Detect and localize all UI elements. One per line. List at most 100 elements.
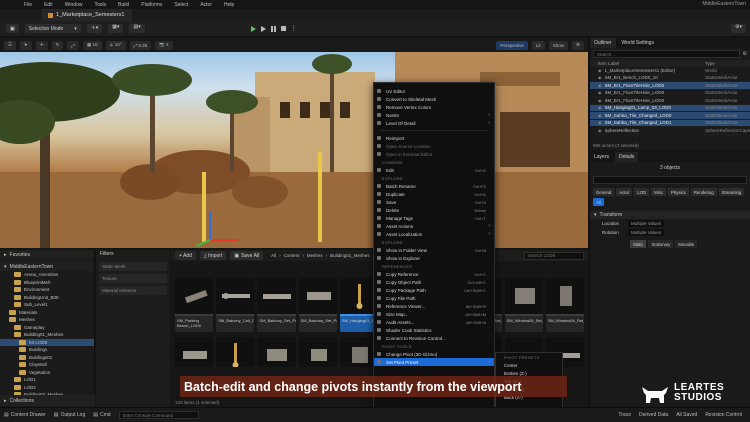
menu-item-delete[interactable]: Delete Delete — [374, 206, 494, 214]
menu-item-show-in-folder-view[interactable]: Show in Folder View Ctrl+B — [374, 246, 494, 254]
level-viewport[interactable] — [0, 52, 588, 248]
folder-item[interactable]: Materials — [0, 309, 94, 317]
menu-item-tools[interactable]: Tools — [94, 2, 106, 8]
show-dropdown[interactable]: Show — [548, 40, 568, 50]
visibility-icon[interactable]: ◉ — [598, 98, 602, 103]
outliner-row[interactable]: ◉ SM_Hanging01_Lamp_03_LOD0 StaticMeshActo… — [590, 104, 750, 112]
play-in-editor-icon[interactable] — [260, 25, 266, 32]
status-button-trace[interactable]: Trace — [614, 412, 635, 418]
asset-tile[interactable] — [175, 337, 214, 367]
viewport-settings-icon[interactable]: ⚙ — [571, 40, 584, 50]
outliner-search-input[interactable] — [593, 50, 740, 58]
outliner-row[interactable]: ◉ SM_Sahba_Tile_Changed_LOD0 StaticMeshAct… — [590, 112, 750, 120]
menu-item-change-pivot-3d-gizmo[interactable]: Change Pivot (3D Gizmo) — [374, 350, 494, 358]
visibility-icon[interactable]: ◉ — [598, 75, 602, 80]
menu-item-copy-reference[interactable]: Copy Reference Ctrl+C — [374, 270, 494, 278]
details-filter-all[interactable]: All — [593, 198, 604, 206]
visibility-icon[interactable]: ◉ — [598, 128, 602, 133]
tab-world-settings[interactable]: World Settings — [617, 38, 658, 48]
play-icon[interactable] — [250, 25, 256, 32]
menu-item-uv-editor[interactable]: UV Editor — [374, 87, 494, 95]
stop-icon[interactable] — [280, 26, 286, 31]
col-item-label[interactable]: Item Label — [598, 61, 705, 66]
breadcrumb-item[interactable]: All — [271, 253, 276, 258]
menu-item-reference-viewer[interactable]: Reference Viewer... Alt+Shift+R — [374, 302, 494, 310]
save-button[interactable]: ▣ — [6, 24, 19, 33]
menu-item-platforms[interactable]: Platforms — [141, 2, 162, 8]
property-value[interactable]: Multiple Values — [628, 229, 665, 236]
details-filter-lod[interactable]: LOD — [634, 188, 650, 196]
menu-item-open-source-location[interactable]: Open Source Location — [374, 142, 494, 150]
folder-item[interactable]: 03-LOD0 — [0, 338, 94, 346]
status-button-all-saved[interactable]: All Saved — [672, 412, 701, 418]
selection-mode-dropdown[interactable]: Selection Mode ▾ — [24, 24, 81, 33]
menu-item-set-pivot-preset[interactable]: Set Pivot Preset › — [374, 358, 494, 366]
lit-dropdown[interactable]: Lit — [531, 40, 545, 50]
folder-item[interactable]: Sub_Level1 — [0, 301, 94, 309]
viewport-menu-button[interactable]: ☰ — [4, 40, 17, 50]
menu-item-size-map[interactable]: Size Map... Alt+Shift+M — [374, 310, 494, 318]
console-command-input[interactable] — [118, 411, 199, 419]
save-all-button[interactable]: ▣ Save All — [230, 251, 264, 260]
add-content-button[interactable]: ＋▾ — [86, 24, 103, 33]
favorites-header[interactable]: ▸ Favorites — [0, 250, 94, 259]
menu-item-reimport[interactable]: Reimport — [374, 134, 494, 142]
menu-item-actor[interactable]: Actor — [200, 2, 212, 8]
add-button[interactable]: + Add — [175, 251, 196, 260]
menu-item-level-of-detail[interactable]: Level Of Detail › — [374, 119, 494, 127]
menu-item-shader-cook-statistics[interactable]: Shader Cook Statistics — [374, 326, 494, 334]
asset-tile[interactable] — [216, 337, 255, 367]
col-type[interactable]: Type — [705, 61, 750, 66]
status-button-revision-control[interactable]: Revision Control — [701, 412, 746, 418]
grid-snap-button[interactable]: ▦ 10 — [83, 40, 102, 50]
scale-tool-icon[interactable]: ⤢ — [67, 40, 79, 50]
outliner-row[interactable]: ◉ SM_Br1_Bench_LOD0_10 StaticMeshActor — [590, 75, 750, 82]
details-filter-actor[interactable]: Actor — [616, 188, 633, 196]
status-button-derived-data[interactable]: Derived Data — [635, 412, 672, 418]
details-filter-streaming[interactable]: Streaming — [718, 188, 745, 196]
tab-level[interactable]: 1_Marketplace_Semesters1 — [42, 9, 132, 21]
menu-item-convert-to-skeletal-mesh[interactable]: Convert to Skeletal Mesh — [374, 95, 494, 103]
status-button-content-drawer[interactable]: ▤ Content Drawer — [0, 412, 50, 418]
asset-tile[interactable]: SM_Balcony_Ceil_Ornament_LOD0 — [216, 278, 255, 332]
details-filter-general[interactable]: General — [593, 188, 615, 196]
import-button[interactable]: ⤓ Import — [199, 251, 227, 260]
visibility-icon[interactable]: ◉ — [598, 105, 602, 110]
breadcrumb-item[interactable]: Content — [284, 253, 300, 258]
status-button-cmd[interactable]: ▤ Cmd — [89, 412, 114, 418]
asset-tile[interactable] — [257, 337, 296, 367]
menu-item-duplicate[interactable]: Duplicate Ctrl+D — [374, 190, 494, 198]
asset-tile[interactable]: SM_Window05_Set_LOD0 — [504, 278, 543, 332]
asset-tile[interactable]: SM_Balcony_Set_Pavement_LOD0 — [298, 278, 337, 332]
outliner-row[interactable]: ◉ SM_Br1_FloorTileHole_LOD0 StaticMeshActo… — [590, 90, 750, 97]
asset-tile[interactable] — [298, 337, 337, 367]
visibility-icon[interactable]: ◉ — [598, 68, 602, 73]
breadcrumb-item[interactable]: Building01_Meshes — [330, 253, 369, 258]
filter-chip[interactable]: Texture — [99, 274, 167, 283]
folder-item[interactable]: Building01_Meshes — [0, 331, 94, 339]
property-value[interactable]: Multiple Values — [628, 220, 665, 227]
folder-item[interactable]: Arena_Amenities — [0, 271, 94, 279]
outliner-row[interactable]: ◉ SM_Sahba_Tile_Changed_LOD1 StaticMeshAct… — [590, 119, 750, 127]
menu-item-show-in-explorer[interactable]: Show in Explorer — [374, 254, 494, 262]
platforms-button[interactable]: ⚙▾ — [731, 24, 746, 33]
folder-item[interactable]: LOD2 — [0, 384, 94, 392]
mobility-movable-button[interactable]: Movable — [675, 240, 698, 248]
menu-item-open-in-external-editor[interactable]: Open in External Editor — [374, 150, 494, 158]
folder-item[interactable]: Gameplay — [0, 324, 94, 332]
tab-outliner[interactable]: Outliner — [590, 38, 616, 48]
menu-item-copy-file-path[interactable]: Copy File Path — [374, 294, 494, 302]
project-header[interactable]: ▾ MiddleEasternTown — [0, 262, 94, 271]
menu-item-remove-vertex-colors[interactable]: Remove Vertex Colors — [374, 103, 494, 111]
asset-tile[interactable]: SM_Window06_Set_LOD0 — [545, 278, 585, 332]
outliner-row[interactable]: ◉ SM_Br1_FloorTileHole_LOD0 StaticMeshActo… — [590, 82, 750, 90]
menu-item-window[interactable]: Window — [65, 2, 83, 8]
collections-header[interactable]: ▸ Collections — [0, 395, 95, 406]
folder-item[interactable]: Buildings01 — [0, 354, 94, 362]
menu-item-audit-assets[interactable]: Audit Assets... Alt+Shift+A — [374, 318, 494, 326]
perspective-dropdown[interactable]: Perspective — [496, 40, 528, 50]
more-icon[interactable]: ⋮ — [291, 25, 297, 32]
menu-item-connect-to-revision-control[interactable]: Connect to Revision Control... — [374, 334, 494, 342]
filter-chip[interactable]: Material Instance — [99, 286, 167, 295]
outliner-row[interactable]: ◉SphereReflection SphereReflectionCapture — [590, 127, 750, 135]
